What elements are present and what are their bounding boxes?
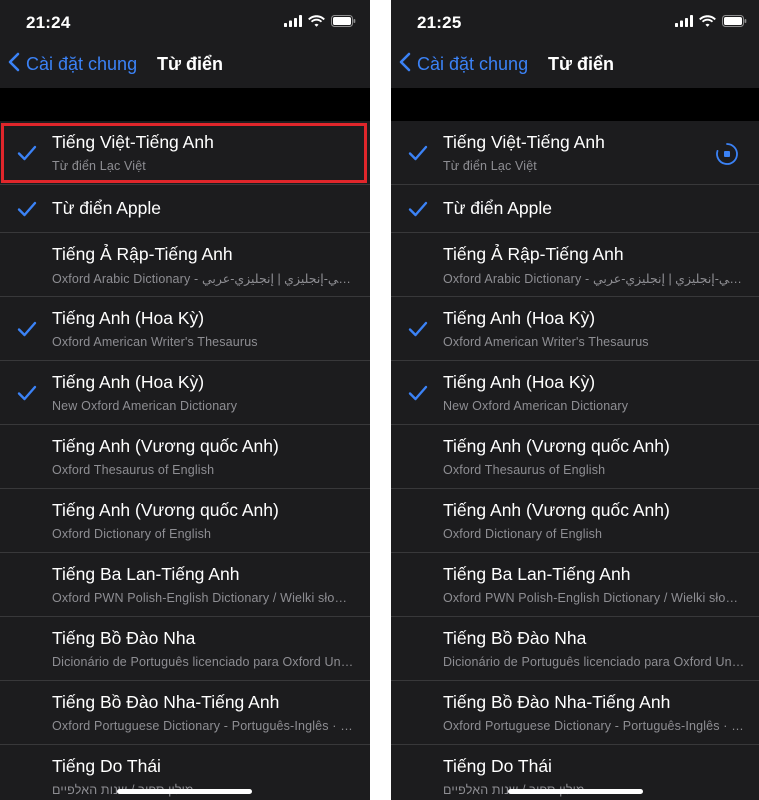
dictionary-row[interactable]: Tiếng Anh (Vương quốc Anh) Oxford Thesaur… xyxy=(391,425,759,489)
dictionary-title: Từ điển Apple xyxy=(443,198,553,218)
status-time: 21:25 xyxy=(417,13,462,32)
dictionary-subtitle: Oxford American Writer's Thesaurus xyxy=(443,335,649,349)
navigation-bar: Cài đặt chung Từ điển xyxy=(0,44,370,88)
checkmark-icon xyxy=(408,320,428,338)
dictionary-list: Tiếng Việt-Tiếng Anh Từ điển Lạc Việt Từ đ… xyxy=(0,121,370,800)
back-button[interactable]: Cài đặt chung xyxy=(399,52,528,77)
home-indicator xyxy=(508,789,643,794)
dictionary-subtitle: Oxford Dictionary of English xyxy=(52,527,212,541)
dictionary-row[interactable]: Tiếng Bồ Đào Nha-Tiếng Anh Oxford Portugu… xyxy=(0,681,370,745)
dictionary-row[interactable]: Tiếng Anh (Hoa Kỳ) New Oxford American Di… xyxy=(391,361,759,425)
phone-screen-right: 21:25 Cài đặt chung Từ điển Tiếng Việt-T… xyxy=(391,0,759,800)
checkmark-icon xyxy=(17,384,37,402)
dictionary-title: Tiếng Ả Rập-Tiếng Anh xyxy=(443,244,624,264)
dictionary-title: Tiếng Anh (Hoa Kỳ) xyxy=(52,372,205,392)
dictionary-subtitle: Oxford Dictionary of English xyxy=(443,527,603,541)
dictionary-title: Tiếng Ba Lan-Tiếng Anh xyxy=(52,564,240,584)
dictionary-title: Tiếng Do Thái xyxy=(52,756,161,776)
dictionary-title: Tiếng Anh (Hoa Kỳ) xyxy=(52,308,205,328)
status-bar: 21:25 xyxy=(391,0,759,44)
dictionary-subtitle: Oxford PWN Polish-English Dictionary / W… xyxy=(443,591,745,605)
checkmark-icon xyxy=(17,144,37,162)
checkmark-icon xyxy=(408,200,428,218)
dictionary-title: Tiếng Anh (Vương quốc Anh) xyxy=(52,436,279,456)
dictionary-subtitle: Oxford Thesaurus of English xyxy=(443,463,606,477)
dictionary-subtitle: Oxford PWN Polish-English Dictionary / W… xyxy=(52,591,354,605)
back-button[interactable]: Cài đặt chung xyxy=(8,52,137,77)
section-header xyxy=(0,88,370,121)
dictionary-title: Tiếng Việt-Tiếng Anh xyxy=(443,132,605,152)
dictionary-row[interactable]: Tiếng Anh (Hoa Kỳ) Oxford American Writer… xyxy=(0,297,370,361)
dictionary-title: Tiếng Ba Lan-Tiếng Anh xyxy=(443,564,631,584)
download-progress-icon xyxy=(715,142,739,166)
back-button-label: Cài đặt chung xyxy=(26,54,138,74)
dictionary-row[interactable]: Tiếng Anh (Vương quốc Anh) Oxford Diction… xyxy=(391,489,759,553)
phone-screen-left: 21:24 Cài đặt chung Từ điển Tiếng Việt-T… xyxy=(0,0,370,800)
dictionary-title: Tiếng Do Thái xyxy=(443,756,552,776)
navigation-bar: Cài đặt chung Từ điển xyxy=(391,44,759,88)
status-bar: 21:24 xyxy=(0,0,370,44)
dictionary-subtitle: Oxford Thesaurus of English xyxy=(52,463,215,477)
cellular-signal-icon xyxy=(675,15,693,27)
dictionary-row[interactable]: Tiếng Ả Rập-Tiếng Anh Oxford Arabic Dicti… xyxy=(391,233,759,297)
dictionary-subtitle: Dicionário de Português licenciado para … xyxy=(52,655,354,669)
dictionary-row[interactable]: Tiếng Bồ Đào Nha-Tiếng Anh Oxford Portugu… xyxy=(391,681,759,745)
dictionary-title: Tiếng Bồ Đào Nha-Tiếng Anh xyxy=(52,692,280,712)
dictionary-title: Tiếng Ả Rập-Tiếng Anh xyxy=(52,244,233,264)
dictionary-subtitle: Oxford American Writer's Thesaurus xyxy=(52,335,258,349)
dictionary-list: Tiếng Việt-Tiếng Anh Từ điển Lạc Việt Từ đ… xyxy=(391,121,759,800)
dictionary-title: Tiếng Anh (Hoa Kỳ) xyxy=(443,308,596,328)
dictionary-title: Tiếng Anh (Vương quốc Anh) xyxy=(443,500,670,520)
home-indicator xyxy=(117,789,252,794)
dictionary-title: Tiếng Anh (Vương quốc Anh) xyxy=(443,436,670,456)
dictionary-subtitle: New Oxford American Dictionary xyxy=(52,399,238,413)
dictionary-subtitle: Oxford Portuguese Dictionary - Português… xyxy=(52,719,354,733)
dictionary-row[interactable]: Tiếng Bồ Đào Nha Dicionário de Português … xyxy=(391,617,759,681)
wifi-icon xyxy=(308,15,325,27)
dictionary-subtitle: Dicionário de Português licenciado para … xyxy=(443,655,745,669)
dictionary-title: Tiếng Anh (Hoa Kỳ) xyxy=(443,372,596,392)
chevron-left-icon xyxy=(8,52,20,77)
dictionary-subtitle: New Oxford American Dictionary xyxy=(443,399,629,413)
dictionary-row[interactable]: Tiếng Bồ Đào Nha Dicionário de Português … xyxy=(0,617,370,681)
cellular-signal-icon xyxy=(284,15,302,27)
page-title: Từ điển xyxy=(548,54,615,74)
dictionary-row[interactable]: Tiếng Việt-Tiếng Anh Từ điển Lạc Việt xyxy=(391,121,759,185)
battery-icon xyxy=(722,15,747,27)
dictionary-row[interactable]: Tiếng Ả Rập-Tiếng Anh Oxford Arabic Dicti… xyxy=(0,233,370,297)
battery-icon xyxy=(331,15,356,27)
back-button-label: Cài đặt chung xyxy=(417,54,529,74)
dictionary-row[interactable]: Tiếng Ba Lan-Tiếng Anh Oxford PWN Polish-… xyxy=(0,553,370,617)
checkmark-icon xyxy=(17,320,37,338)
dictionary-title: Tiếng Bồ Đào Nha xyxy=(52,628,196,648)
dictionary-row[interactable]: Tiếng Ba Lan-Tiếng Anh Oxford PWN Polish-… xyxy=(391,553,759,617)
dictionary-row[interactable]: Tiếng Anh (Vương quốc Anh) Oxford Thesaur… xyxy=(0,425,370,489)
page-title: Từ điển xyxy=(157,54,224,74)
dictionary-row[interactable]: Tiếng Anh (Hoa Kỳ) Oxford American Writer… xyxy=(391,297,759,361)
dictionary-subtitle: Từ điển Lạc Việt xyxy=(443,159,537,173)
dictionary-row[interactable]: Từ điển Apple xyxy=(0,185,370,233)
dictionary-subtitle: Oxford Arabic Dictionary - عربي-إنجليزي … xyxy=(52,272,354,286)
dictionary-row[interactable]: Tiếng Anh (Vương quốc Anh) Oxford Diction… xyxy=(0,489,370,553)
dictionary-title: Tiếng Bồ Đào Nha xyxy=(443,628,587,648)
dictionary-title: Tiếng Việt-Tiếng Anh xyxy=(52,132,214,152)
dictionary-row[interactable]: Tiếng Việt-Tiếng Anh Từ điển Lạc Việt xyxy=(0,121,370,185)
dictionary-title: Tiếng Bồ Đào Nha-Tiếng Anh xyxy=(443,692,671,712)
dictionary-row[interactable]: Tiếng Anh (Hoa Kỳ) New Oxford American Di… xyxy=(0,361,370,425)
wifi-icon xyxy=(699,15,716,27)
checkmark-icon xyxy=(17,200,37,218)
dictionary-subtitle: Oxford Portuguese Dictionary - Português… xyxy=(443,719,745,733)
dictionary-subtitle: Từ điển Lạc Việt xyxy=(52,159,146,173)
checkmark-icon xyxy=(408,144,428,162)
checkmark-icon xyxy=(408,384,428,402)
dictionary-title: Từ điển Apple xyxy=(52,198,162,218)
dictionary-title: Tiếng Anh (Vương quốc Anh) xyxy=(52,500,279,520)
dictionary-row[interactable]: Từ điển Apple xyxy=(391,185,759,233)
dictionary-subtitle: Oxford Arabic Dictionary - عربي-إنجليزي … xyxy=(443,272,745,286)
status-time: 21:24 xyxy=(26,13,71,32)
chevron-left-icon xyxy=(399,52,411,77)
section-header xyxy=(391,88,759,121)
